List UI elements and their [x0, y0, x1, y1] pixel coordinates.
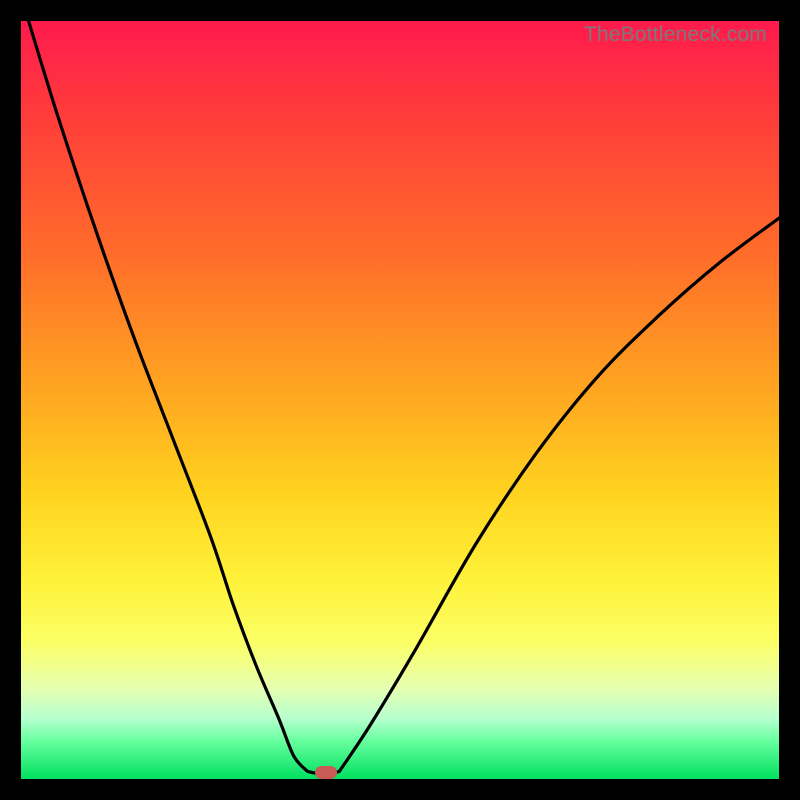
curve-path [29, 21, 779, 775]
plot-area: TheBottleneck.com [21, 21, 779, 779]
bottleneck-curve [21, 21, 779, 779]
outer-frame: TheBottleneck.com [0, 0, 800, 800]
optimum-marker [315, 766, 337, 779]
